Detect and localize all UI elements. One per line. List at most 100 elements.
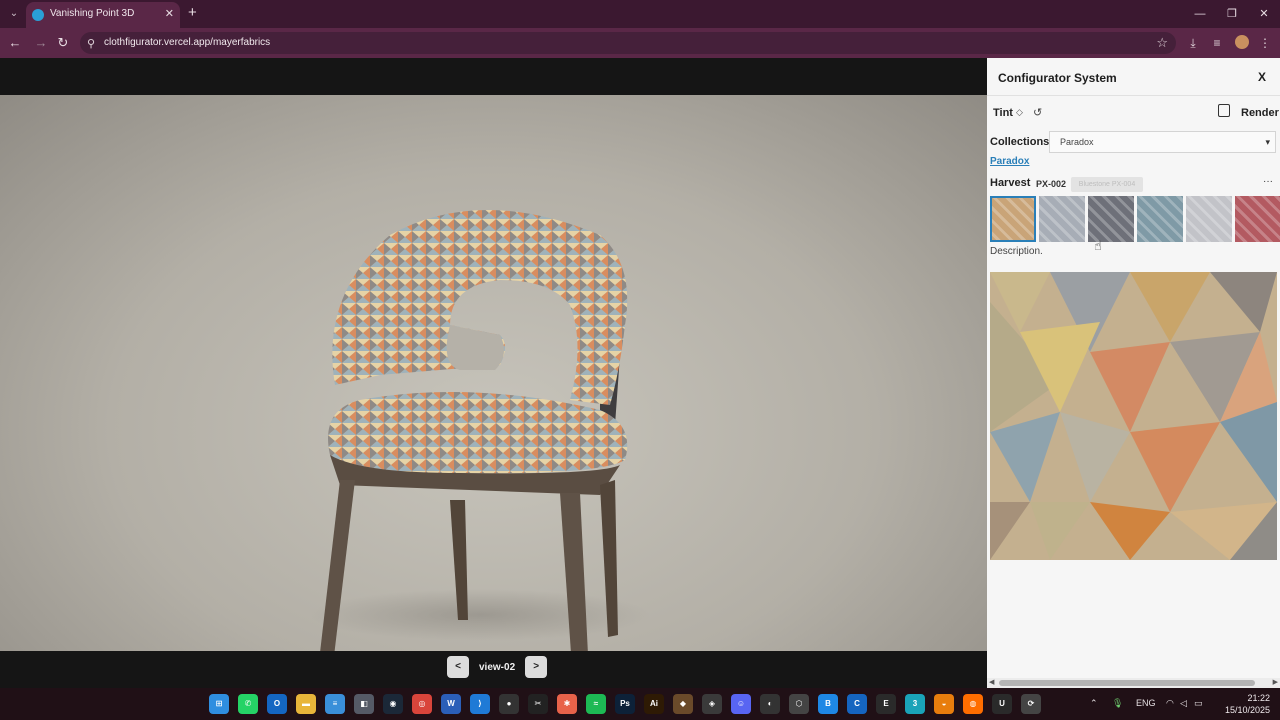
chevron-down-icon: ▾ (1265, 137, 1270, 147)
collections-label: Collections (990, 136, 1050, 148)
render-icon[interactable] (1218, 104, 1230, 117)
word-icon[interactable]: W (441, 694, 461, 714)
scroll-left-icon[interactable]: ◀ (989, 678, 994, 688)
outlook-icon[interactable]: O (267, 694, 287, 714)
fabric-name: Harvest (990, 177, 1031, 189)
divider (987, 95, 1280, 96)
app-gray-icon[interactable]: ⟳ (1021, 694, 1041, 714)
chair-seat (328, 392, 628, 474)
wifi-icon[interactable]: ◠ (1166, 698, 1174, 709)
view-switcher: < view-02 > (447, 656, 548, 678)
collections-select[interactable]: Paradox ▾ (1049, 131, 1276, 153)
reload-icon[interactable]: ↻ (54, 34, 72, 52)
menu-dots-icon[interactable]: ⋮ (1256, 34, 1274, 52)
scroll-right-icon[interactable]: ▶ (1273, 678, 1278, 688)
minimize-button[interactable]: — (1184, 0, 1216, 28)
url-text[interactable]: clothfigurator.vercel.app/mayerfabrics (104, 37, 270, 48)
unity-icon[interactable]: ⬡ (789, 694, 809, 714)
taskbar: ⊞ ✆ O ▬ ≡ ◧ ◉ ◎ W ⟩ ● ✂ ✱ ≈ Ps Ai ◆ ◈ ☺ ◐ ⬡ B C E 3 ◒ ◍ U ⟳ ⌃ 🎙 ENG … (0, 688, 1280, 720)
system-tray: ⌃ 🎙 ENG ◠ ◁ ▭ 21:22 15/10/2025 (1070, 688, 1270, 720)
site-favicon-icon (32, 9, 44, 21)
notepad-icon[interactable]: ≡ (325, 694, 345, 714)
chrome-icon[interactable]: ◎ (412, 694, 432, 714)
fabric-swatches (990, 196, 1280, 242)
horizontal-scrollbar[interactable]: ◀ ▶ (987, 678, 1280, 688)
download-icon[interactable]: ⤓ (1184, 34, 1202, 52)
panel-title: Configurator System (998, 71, 1117, 85)
fabric-description: Description. (990, 246, 1043, 257)
volume-icon[interactable]: ◁ (1180, 698, 1187, 709)
tint-label[interactable]: Tint (993, 107, 1013, 119)
app-orange-icon[interactable]: ✱ (557, 694, 577, 714)
render-button[interactable]: Render (1241, 107, 1279, 119)
store-icon[interactable]: ◧ (354, 694, 374, 714)
photoshop-icon[interactable]: Ps (615, 694, 635, 714)
3dsmax-icon[interactable]: 3 (905, 694, 925, 714)
window-controls: — ❐ ✕ (1184, 0, 1280, 28)
bookmark-star-icon[interactable]: ☆ (1156, 35, 1168, 51)
clock-date[interactable]: 15/10/2025 (1225, 705, 1270, 715)
tray-chevron-icon[interactable]: ⌃ (1090, 698, 1098, 709)
epic-icon[interactable]: E (876, 694, 896, 714)
fabric-swatch[interactable] (1137, 196, 1183, 242)
davinci-icon[interactable]: ◈ (702, 694, 722, 714)
scrollbar-thumb[interactable] (999, 680, 1255, 686)
discord-icon[interactable]: ☺ (731, 694, 751, 714)
obs-icon[interactable]: ● (499, 694, 519, 714)
collections-selected-value: Paradox (1060, 137, 1094, 147)
previous-view-button[interactable]: < (447, 656, 469, 678)
fabric-swatch[interactable] (990, 196, 1036, 242)
browser-tab-bar: ⌄ Vanishing Point 3D ✕ + — ❐ ✕ (0, 0, 1280, 28)
start-icon[interactable]: ⊞ (209, 694, 229, 714)
forward-arrow-icon[interactable]: → (32, 34, 50, 52)
app-blue-icon[interactable]: B (818, 694, 838, 714)
fabric-swatch[interactable] (1039, 196, 1085, 242)
app-blue2-icon[interactable]: C (847, 694, 867, 714)
tab-vanishing-point[interactable]: Vanishing Point 3D ✕ (26, 2, 180, 28)
panel-close-button[interactable]: X (1258, 70, 1266, 84)
fabric-code: PX-002 (1036, 179, 1067, 189)
view-label: view-02 (479, 661, 516, 673)
chair-shadow (310, 589, 650, 641)
file-explorer-icon[interactable]: ▬ (296, 694, 316, 714)
more-options-icon[interactable]: ··· (1263, 176, 1273, 187)
close-window-button[interactable]: ✕ (1248, 0, 1280, 28)
new-tab-button[interactable]: + (188, 5, 197, 21)
tab-close-icon[interactable]: ✕ (165, 7, 174, 20)
language-indicator[interactable]: ENG (1136, 698, 1156, 708)
taskbar-apps: ⊞ ✆ O ▬ ≡ ◧ ◉ ◎ W ⟩ ● ✂ ✱ ≈ Ps Ai ◆ ◈ ☺ ◐ ⬡ B C E 3 ◒ ◍ U ⟳ (209, 694, 1041, 714)
tab-search-icon[interactable]: ⌄ (6, 6, 22, 22)
fabric-swatch[interactable] (1186, 196, 1232, 242)
site-info-icon[interactable]: ⚲ (87, 37, 95, 50)
3d-viewport[interactable]: < view-02 > (0, 58, 987, 688)
configurator-panel: Configurator System X Tint ◇ ↺ Render Co… (987, 58, 1280, 688)
profile-avatar[interactable] (1235, 35, 1249, 49)
spotify-icon[interactable]: ≈ (586, 694, 606, 714)
render-scene[interactable] (0, 95, 987, 651)
fabric-preview-image (990, 272, 1277, 560)
blender-icon[interactable]: ◒ (934, 694, 954, 714)
tint-sort-icon[interactable]: ◇ (1016, 107, 1023, 118)
clock-time[interactable]: 21:22 (1247, 693, 1270, 703)
media-icon[interactable]: ≡ (1208, 34, 1226, 52)
address-bar[interactable]: ⚲ clothfigurator.vercel.app/mayerfabrics… (80, 32, 1176, 54)
app-brown-icon[interactable]: ◆ (673, 694, 693, 714)
vscode-icon[interactable]: ⟩ (470, 694, 490, 714)
maximize-button[interactable]: ❐ (1216, 0, 1248, 28)
back-arrow-icon[interactable]: ← (6, 34, 24, 52)
microphone-icon[interactable]: 🎙 (1112, 698, 1123, 709)
collection-link[interactable]: Paradox (990, 156, 1029, 167)
illustrator-icon[interactable]: Ai (644, 694, 664, 714)
whatsapp-icon[interactable]: ✆ (238, 694, 258, 714)
unreal-icon[interactable]: U (992, 694, 1012, 714)
battery-icon[interactable]: ▭ (1194, 698, 1203, 709)
fabric-swatch[interactable] (1088, 196, 1134, 242)
fabric-swatch[interactable] (1235, 196, 1280, 242)
capcut-icon[interactable]: ✂ (528, 694, 548, 714)
chair-model (310, 210, 650, 651)
steam-icon[interactable]: ◉ (383, 694, 403, 714)
houdini-icon[interactable]: ◍ (963, 694, 983, 714)
reset-icon[interactable]: ↺ (1033, 106, 1042, 119)
next-view-button[interactable]: > (525, 656, 548, 678)
github-icon[interactable]: ◐ (760, 694, 780, 714)
